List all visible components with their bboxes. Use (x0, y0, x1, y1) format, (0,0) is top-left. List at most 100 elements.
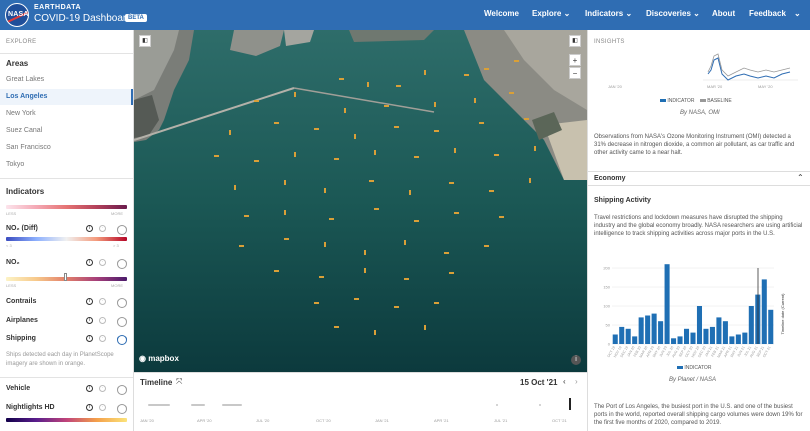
mapbox-logo[interactable]: ◉ mapbox (139, 354, 179, 363)
timeline-data-segment (148, 404, 170, 406)
zoom-out-button[interactable]: − (569, 67, 581, 79)
nav-discoveries[interactable]: Discoveries ⌄ (646, 9, 700, 18)
bar[interactable] (651, 313, 657, 344)
vehicle-label: Vehicle (6, 385, 31, 392)
no2-label: NO₂ (6, 259, 20, 266)
history-icon[interactable]: · (99, 259, 106, 266)
ship-marker (449, 272, 454, 274)
area-suez-canal[interactable]: Suez Canal (0, 123, 133, 139)
ship-marker (294, 152, 296, 157)
bar[interactable] (619, 326, 625, 344)
ship-marker (484, 68, 489, 70)
bar[interactable] (735, 334, 741, 345)
bar[interactable] (677, 336, 683, 344)
no2-toggle[interactable] (117, 259, 127, 269)
chevron-down-icon[interactable]: ⌄ (794, 9, 801, 18)
expand-icon[interactable]: ⤧ (176, 377, 182, 387)
area-great-lakes[interactable]: Great Lakes (0, 72, 133, 88)
bar[interactable] (761, 279, 767, 344)
ship-marker (509, 92, 514, 94)
info-icon[interactable]: i (86, 259, 93, 266)
ship-marker (414, 156, 419, 158)
compare-icon[interactable]: ◧ (139, 35, 151, 47)
no2-diff-toggle[interactable] (117, 225, 127, 235)
y-tick-label: 100 (603, 304, 610, 309)
port-paragraph: The Port of Los Angeles, the busiest por… (594, 404, 803, 426)
bar[interactable] (703, 328, 709, 344)
info-icon[interactable]: i (86, 385, 93, 392)
history-icon[interactable]: · (99, 385, 106, 392)
map-imagery (134, 30, 587, 372)
area-los-angeles[interactable]: Los Angeles (0, 89, 133, 105)
economy-section-header[interactable]: Economy ⌃ (588, 171, 810, 186)
ship-marker (434, 102, 436, 107)
no2-gradient-slider[interactable] (64, 273, 67, 281)
contrails-label: Contrails (6, 298, 37, 305)
ship-marker (274, 270, 279, 272)
info-icon[interactable]: i (86, 335, 93, 342)
ship-marker (314, 302, 319, 304)
history-icon[interactable]: · (99, 404, 106, 411)
ship-marker (409, 190, 411, 195)
next-date-button[interactable]: › (575, 377, 578, 386)
bar[interactable] (638, 317, 644, 344)
bar[interactable] (709, 326, 715, 344)
history-icon[interactable]: · (99, 298, 106, 305)
info-icon[interactable]: i (86, 317, 93, 324)
explore-label: EXPLORE (6, 39, 37, 45)
ship-marker (234, 185, 236, 190)
history-icon[interactable]: · (99, 225, 106, 232)
bar[interactable] (768, 309, 774, 344)
ship-marker (404, 278, 409, 280)
bar[interactable] (658, 321, 664, 344)
bar[interactable] (729, 336, 735, 344)
zoom-in-button[interactable]: + (569, 54, 581, 66)
satellite-map[interactable]: ◧ ◧ + − ◉ mapbox i (134, 30, 587, 372)
bar[interactable] (716, 317, 722, 344)
contrails-toggle[interactable] (117, 298, 127, 308)
info-icon[interactable]: i (86, 225, 93, 232)
info-icon[interactable]: i (86, 298, 93, 305)
bar[interactable] (664, 264, 670, 344)
nightlights-toggle[interactable] (117, 404, 127, 414)
nav-feedback[interactable]: Feedback (749, 9, 786, 18)
ship-marker (534, 146, 536, 151)
bar[interactable] (645, 315, 651, 345)
history-icon[interactable]: · (99, 317, 106, 324)
info-icon[interactable]: i (86, 404, 93, 411)
shipping-toggle[interactable] (117, 335, 127, 345)
nav-welcome[interactable]: Welcome (484, 9, 519, 18)
nav-about[interactable]: About (712, 9, 735, 18)
bar[interactable] (625, 328, 631, 344)
layer-toggle-icon[interactable]: ◧ (569, 35, 581, 47)
info-icon[interactable]: i (571, 355, 581, 365)
timeline-tick: OCT '20 (316, 418, 331, 423)
bar[interactable] (612, 334, 618, 345)
timeline-current-marker[interactable] (569, 398, 571, 410)
bar[interactable] (632, 336, 638, 344)
bar[interactable] (671, 338, 677, 344)
bar[interactable] (722, 321, 728, 344)
ship-marker (499, 216, 504, 218)
bar[interactable] (748, 306, 754, 344)
timeline-date: 15 Oct '21 (520, 378, 558, 387)
nav-explore[interactable]: Explore ⌄ (532, 9, 570, 18)
airplanes-toggle[interactable] (117, 317, 127, 327)
bar[interactable] (742, 332, 748, 344)
area-tokyo[interactable]: Tokyo (0, 157, 133, 173)
app-title[interactable]: COVID-19 Dashboard (34, 13, 132, 24)
vehicle-toggle[interactable] (117, 385, 127, 395)
area-san-francisco[interactable]: San Francisco (0, 140, 133, 156)
y-tick-label: 150 (603, 285, 610, 290)
bar[interactable] (690, 332, 696, 344)
bar[interactable] (696, 306, 703, 344)
history-icon[interactable]: · (99, 335, 106, 342)
ship-marker (239, 245, 244, 247)
shipping-paragraph: Travel restrictions and lockdown measure… (594, 215, 803, 237)
prev-date-button[interactable]: ‹ (563, 377, 566, 386)
area-new-york[interactable]: New York (0, 106, 133, 122)
bar[interactable] (683, 328, 690, 344)
nav-indicators[interactable]: Indicators ⌄ (585, 9, 632, 18)
nasa-logo-icon[interactable]: NASA (5, 3, 29, 27)
ship-marker (444, 252, 449, 254)
